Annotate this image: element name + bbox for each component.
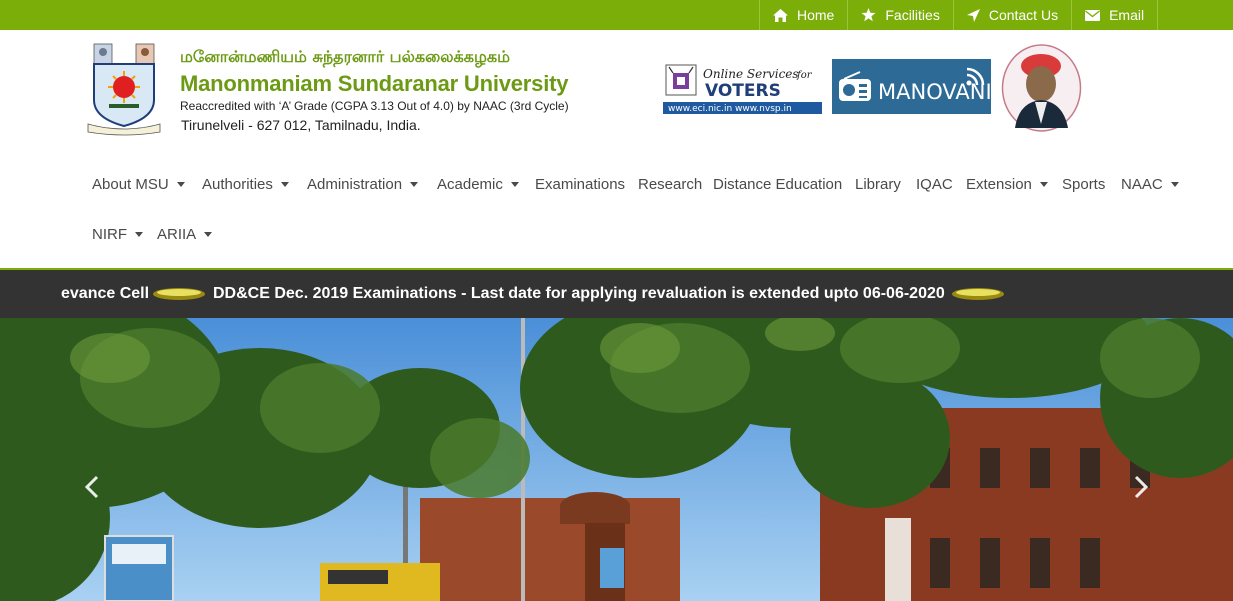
caret-down-icon xyxy=(410,182,419,187)
voters-banner[interactable]: Online Services for VOTERS www.eci.nic.i… xyxy=(663,61,822,114)
top-nav-facilities[interactable]: Facilities xyxy=(847,0,952,30)
nav-extension[interactable]: Extension xyxy=(966,176,1048,193)
nav-administration[interactable]: Administration xyxy=(307,176,419,193)
caret-down-icon xyxy=(510,182,519,187)
nav-iqac-label: IQAC xyxy=(916,176,953,193)
top-nav-facilities-label: Facilities xyxy=(885,7,940,23)
voters-links-text: www.eci.nic.in www.nvsp.in xyxy=(668,104,792,114)
nav-naac-label: NAAC xyxy=(1121,176,1163,193)
voters-for-text: for xyxy=(796,70,813,81)
nav-administration-label: Administration xyxy=(307,176,403,193)
slider-next-icon[interactable] xyxy=(1127,474,1153,500)
nav-nirf-label: NIRF xyxy=(92,226,127,243)
envelope-icon xyxy=(1085,9,1101,21)
top-nav-email[interactable]: Email xyxy=(1071,0,1159,30)
nav-sports[interactable]: Sports xyxy=(1062,176,1105,193)
manovani-label: MANOVANI xyxy=(878,80,992,104)
nav-ariia-label: ARIIA xyxy=(157,226,197,243)
news-ticker: evance Cell DD&CE Dec. 2019 Examinations… xyxy=(0,268,1233,318)
top-nav-contact-label: Contact Us xyxy=(988,7,1059,23)
nav-nirf[interactable]: NIRF xyxy=(92,226,143,243)
nav-about-msu[interactable]: About MSU xyxy=(92,176,185,193)
ticker-item[interactable]: DD&CE Dec. 2019 Examinations - Last date… xyxy=(213,285,945,303)
star-icon xyxy=(861,8,876,22)
voters-online-text: Online Services xyxy=(703,67,799,81)
top-nav: Home Facilities Contact Us Email xyxy=(759,0,1159,30)
university-logo[interactable] xyxy=(84,42,164,136)
top-nav-contact[interactable]: Contact Us xyxy=(952,0,1071,30)
top-nav-home-label: Home xyxy=(797,7,835,23)
nav-ariia[interactable]: ARIIA xyxy=(157,226,213,243)
bullet-gem-icon xyxy=(153,288,205,300)
nav-academic[interactable]: Academic xyxy=(437,176,519,193)
caret-down-icon xyxy=(280,182,289,187)
radio-icon xyxy=(839,71,871,101)
home-icon xyxy=(773,8,788,22)
campus-slider xyxy=(0,318,1233,601)
slider-prev-icon[interactable] xyxy=(80,474,106,500)
nav-extension-label: Extension xyxy=(966,176,1032,193)
voters-title-text: VOTERS xyxy=(705,81,781,101)
address-text: Tirunelveli - 627 012, Tamilnadu, India. xyxy=(181,117,421,133)
university-name[interactable]: Manonmaniam Sundaranar University xyxy=(180,71,568,97)
location-arrow-icon xyxy=(966,8,980,22)
nav-academic-label: Academic xyxy=(437,176,503,193)
nav-research[interactable]: Research xyxy=(638,176,702,193)
nav-distance-education[interactable]: Distance Education xyxy=(713,176,842,193)
caret-down-icon xyxy=(1170,182,1179,187)
top-nav-email-label: Email xyxy=(1109,7,1145,23)
nav-authorities-label: Authorities xyxy=(202,176,273,193)
caret-down-icon xyxy=(1039,182,1048,187)
ticker-item[interactable]: evance Cell xyxy=(61,285,149,303)
nav-about-msu-label: About MSU xyxy=(92,176,169,193)
caret-down-icon xyxy=(135,232,143,237)
nav-library-label: Library xyxy=(855,176,901,193)
university-tamil-name: மனோன்மணியம் சுந்தரனார் பல்கலைக்கழகம் xyxy=(180,47,510,66)
caret-down-icon xyxy=(176,182,185,187)
nav-naac[interactable]: NAAC xyxy=(1121,176,1179,193)
nav-examinations[interactable]: Examinations xyxy=(535,176,625,193)
nav-library[interactable]: Library xyxy=(855,176,901,193)
top-nav-home[interactable]: Home xyxy=(759,0,847,30)
nav-research-label: Research xyxy=(638,176,703,193)
nav-authorities[interactable]: Authorities xyxy=(202,176,289,193)
nav-distance-education-label: Distance Education xyxy=(713,176,843,193)
founder-portrait xyxy=(1001,44,1082,132)
nav-sports-label: Sports xyxy=(1062,176,1106,193)
nav-iqac[interactable]: IQAC xyxy=(916,176,953,193)
bullet-gem-icon xyxy=(952,288,1004,300)
campus-photo xyxy=(0,318,1233,601)
caret-down-icon xyxy=(204,232,213,237)
nav-examinations-label: Examinations xyxy=(535,176,626,193)
accreditation-text: Reaccredited with ‘A’ Grade (CGPA 3.13 O… xyxy=(180,99,569,113)
